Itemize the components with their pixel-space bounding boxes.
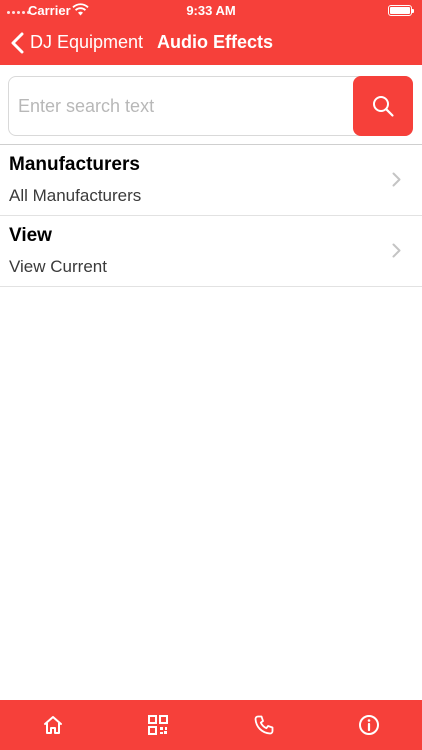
list-item-manufacturers[interactable]: Manufacturers All Manufacturers [0,145,422,216]
list-item-title: View [9,225,52,246]
battery-icon [388,5,414,16]
phone-icon [254,715,274,735]
clock: 9:33 AM [186,3,236,18]
status-bar: Carrier 9:33 AM [0,0,422,20]
page-title: Audio Effects [157,32,274,52]
qr-grid-icon [148,715,169,735]
tab-home[interactable] [0,700,106,750]
tab-call[interactable] [211,700,317,750]
search-icon [373,96,394,117]
tab-scan[interactable] [106,700,212,750]
home-icon [43,716,62,734]
back-button[interactable]: DJ Equipment [10,20,143,65]
search-input[interactable] [9,77,353,135]
tab-bar [0,700,422,750]
list-item-subtitle: View Current [9,257,107,276]
list-item-subtitle: All Manufacturers [9,186,142,205]
search-box [8,76,413,136]
search-button[interactable] [353,76,413,136]
info-icon [359,715,380,735]
chevron-left-icon [11,32,24,53]
back-button-label: DJ Equipment [30,32,144,52]
search-area [0,65,422,145]
list-item-view[interactable]: View View Current [0,216,422,287]
list-item-title: Manufacturers [9,154,140,175]
chevron-right-icon [392,243,401,258]
filter-list: Manufacturers All Manufacturers View Vie… [0,145,422,287]
tab-info[interactable] [317,700,422,750]
chevron-right-icon [392,172,401,187]
navigation-bar: DJ Equipment Audio Effects [0,20,422,65]
